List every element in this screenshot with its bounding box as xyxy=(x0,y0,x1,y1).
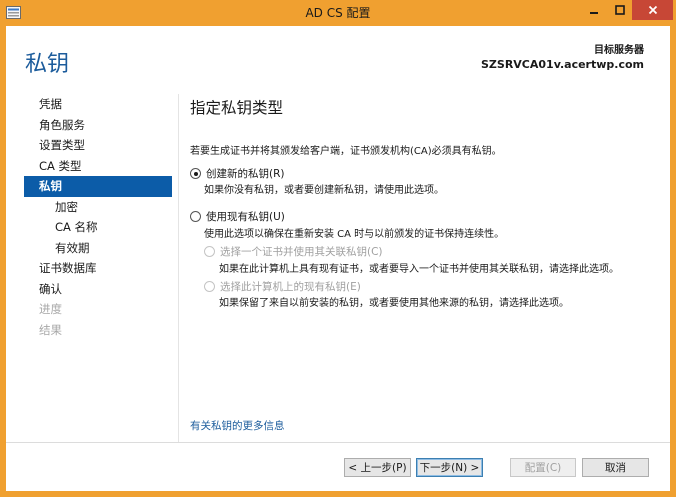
close-button[interactable] xyxy=(632,0,673,20)
cancel-button[interactable]: 取消 xyxy=(582,458,649,477)
nav-item-confirmation[interactable]: 确认 xyxy=(24,279,172,300)
previous-button[interactable]: < 上一步(P) xyxy=(344,458,411,477)
minimize-icon xyxy=(590,12,598,14)
next-button[interactable]: 下一步(N) > xyxy=(416,458,483,477)
radio-select-certificate-label: 选择一个证书并使用其关联私钥(C) xyxy=(220,246,383,258)
radio-select-certificate: 选择一个证书并使用其关联私钥(C) xyxy=(204,244,383,259)
nav-divider xyxy=(178,94,179,442)
radio-select-existing-key: 选择此计算机上的现有私钥(E) xyxy=(204,279,361,294)
section-title: 指定私钥类型 xyxy=(190,99,284,117)
create-new-key-hint: 如果你没有私钥，或者要创建新私钥，请使用此选项。 xyxy=(204,185,444,196)
private-key-panel: 指定私钥类型 若要生成证书并将其颁发给客户端，证书颁发机构(CA)必须具有私钥。… xyxy=(190,94,660,309)
nav-item-private-key[interactable]: 私钥 xyxy=(24,176,172,197)
nav-item-role-services[interactable]: 角色服务 xyxy=(24,115,172,136)
nav-item-ca-name[interactable]: CA 名称 xyxy=(24,217,172,238)
title-bar[interactable]: AD CS 配置 xyxy=(0,0,676,26)
nav-item-ca-type[interactable]: CA 类型 xyxy=(24,156,172,177)
wizard-content-area: 私钥 目标服务器 SZSRVCA01v.acertwp.com 凭据 角色服务 … xyxy=(6,26,670,491)
radio-button-disabled xyxy=(204,281,215,292)
target-server-label: 目标服务器 xyxy=(594,45,644,56)
nav-item-validity-period[interactable]: 有效期 xyxy=(24,238,172,259)
radio-create-new-key[interactable]: 创建新的私钥(R) xyxy=(190,166,285,181)
nav-item-setup-type[interactable]: 设置类型 xyxy=(24,135,172,156)
radio-create-new-key-label: 创建新的私钥(R) xyxy=(206,168,285,180)
radio-use-existing-key-label: 使用现有私钥(U) xyxy=(206,211,285,223)
nav-item-cryptography[interactable]: 加密 xyxy=(24,197,172,218)
page-title: 私钥 xyxy=(25,52,70,77)
close-icon xyxy=(648,5,657,15)
wizard-nav: 凭据 角色服务 设置类型 CA 类型 私钥 加密 CA 名称 有效期 证书数据库… xyxy=(24,94,172,340)
maximize-button[interactable] xyxy=(607,0,632,20)
radio-select-existing-key-label: 选择此计算机上的现有私钥(E) xyxy=(220,281,361,293)
minimize-button[interactable] xyxy=(581,0,607,20)
wizard-window: AD CS 配置 私钥 目标服务器 SZSRVCA01v.acertwp.com… xyxy=(0,0,676,497)
target-server-name: SZSRVCA01v.acertwp.com xyxy=(481,58,644,71)
select-existing-key-hint: 如果保留了来自以前安装的私钥，或者要使用其他来源的私钥，请选择此选项。 xyxy=(219,298,569,309)
nav-item-credentials[interactable]: 凭据 xyxy=(24,94,172,115)
radio-button-checked[interactable] xyxy=(190,168,201,179)
configure-button: 配置(C) xyxy=(510,458,576,477)
nav-item-certificate-database[interactable]: 证书数据库 xyxy=(24,258,172,279)
maximize-icon xyxy=(614,5,625,15)
radio-button[interactable] xyxy=(190,211,201,222)
select-certificate-hint: 如果在此计算机上具有现有证书，或者要导入一个证书并使用其关联私钥，请选择此选项。 xyxy=(219,264,619,275)
footer-divider xyxy=(6,442,670,443)
nav-item-progress: 进度 xyxy=(39,302,62,316)
nav-item-results: 结果 xyxy=(39,322,62,337)
window-title: AD CS 配置 xyxy=(305,6,371,20)
more-info-link[interactable]: 有关私钥的更多信息 xyxy=(190,418,285,433)
radio-use-existing-key[interactable]: 使用现有私钥(U) xyxy=(190,209,285,224)
radio-button-disabled xyxy=(204,246,215,257)
use-existing-key-hint: 使用此选项以确保在重新安装 CA 时与以前颁发的证书保持连续性。 xyxy=(204,229,505,240)
private-key-description: 若要生成证书并将其颁发给客户端，证书颁发机构(CA)必须具有私钥。 xyxy=(190,146,502,157)
